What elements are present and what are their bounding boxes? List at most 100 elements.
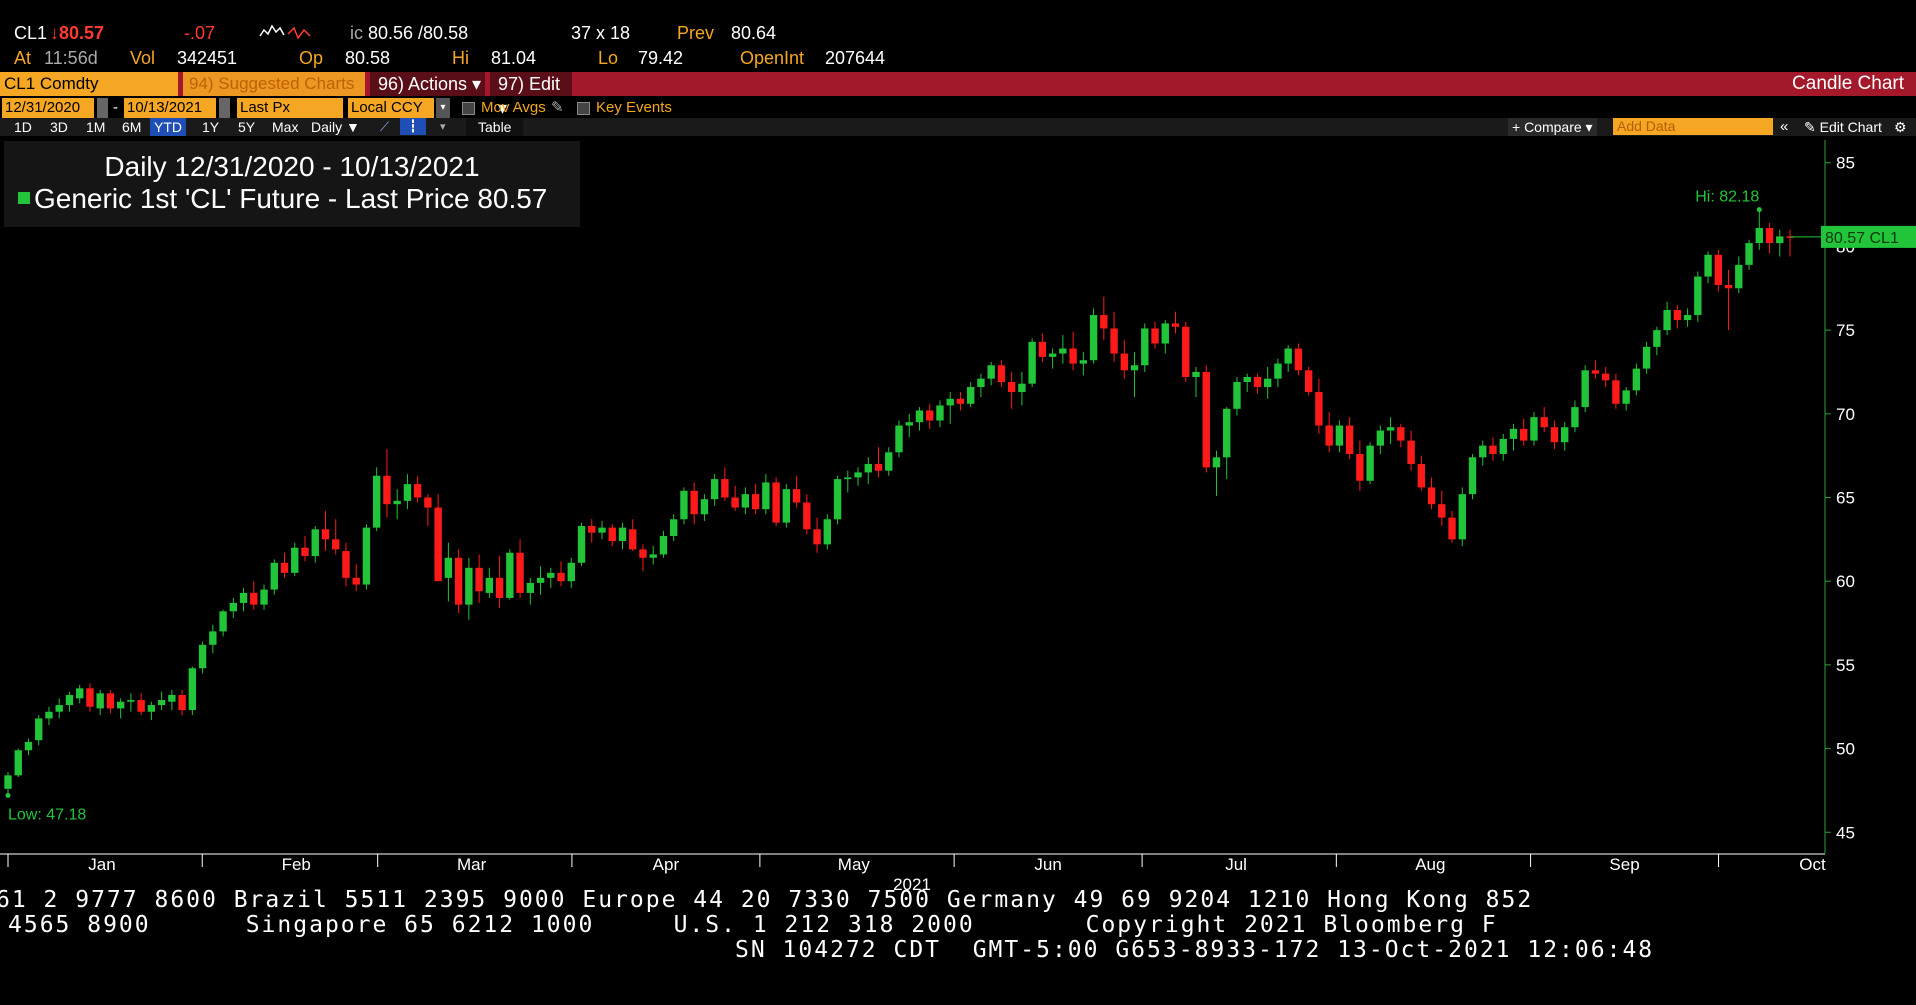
candle-body [1704, 254, 1712, 277]
y-tick-label: 55 [1836, 656, 1855, 675]
period-1y[interactable]: 1Y [198, 118, 223, 136]
candle-body [1151, 328, 1159, 344]
candle-body [1663, 310, 1671, 331]
currency-selector[interactable]: Local CCY [348, 98, 434, 118]
candle-body [352, 577, 360, 585]
bid-ask: 80.56 /80.58 [368, 23, 469, 43]
collapse-icon[interactable]: « [1780, 118, 1788, 136]
period-ytd[interactable]: YTD [150, 118, 186, 136]
x-tick-label: Apr [653, 855, 680, 874]
y-tick-label: 65 [1836, 489, 1855, 508]
period-1d[interactable]: 1D [10, 118, 36, 136]
period-6m[interactable]: 6M [118, 118, 145, 136]
candle-body [506, 552, 514, 598]
candle-body [659, 535, 668, 555]
candle-body [1642, 346, 1651, 369]
candle-body [413, 484, 422, 498]
candle-body [1264, 378, 1272, 388]
candle-body [618, 527, 627, 542]
candle-body [1427, 487, 1436, 505]
compare-button[interactable]: + Compare ▾ [1508, 118, 1597, 136]
candle-body [1581, 370, 1589, 408]
candle-body [1745, 243, 1753, 265]
candle-body [1038, 341, 1047, 357]
table-button[interactable]: Table [466, 118, 524, 136]
period-max[interactable]: Max [268, 118, 302, 136]
candle-body [956, 398, 965, 404]
candle-body [1632, 368, 1641, 391]
candle-body [168, 695, 176, 702]
chevron-down-icon[interactable]: ▾ [440, 118, 446, 136]
low-annotation: Low: 47.18 [8, 806, 86, 823]
low-value: 79.42 [638, 48, 684, 68]
candle-body [45, 711, 53, 719]
edit-menu[interactable]: 97) Edit ▾ [490, 72, 572, 118]
candle-body [393, 500, 401, 505]
security-field[interactable]: CL1 Comdty [0, 72, 178, 96]
candle-body [1397, 427, 1405, 441]
candle-body [926, 410, 934, 421]
candle-body [1479, 445, 1487, 458]
candle-body [1735, 264, 1743, 289]
candle-body [782, 489, 791, 523]
candle-body [649, 554, 657, 558]
candle-body [65, 695, 74, 706]
candle-body [485, 577, 494, 593]
candle-body [465, 567, 473, 605]
frequency-selector[interactable]: Daily ▼ [311, 118, 360, 136]
candle-body [1274, 363, 1282, 379]
calendar-icon[interactable] [219, 98, 230, 118]
candle-body [1069, 348, 1077, 364]
mov-avgs-toggle[interactable]: Mov Avgs [462, 98, 546, 118]
candle-body [1520, 428, 1528, 441]
candle-body [1089, 315, 1098, 361]
candle-body [291, 547, 299, 573]
period-5y[interactable]: 5Y [234, 118, 259, 136]
candle-body [198, 644, 207, 669]
checkbox-icon[interactable] [577, 101, 590, 115]
candle-body [260, 589, 268, 605]
price-change: -.07 [184, 23, 216, 43]
field-selector[interactable]: Last Px [237, 98, 343, 118]
open-interest-value: 207644 [825, 48, 886, 68]
candle-body [362, 527, 371, 585]
actions-menu[interactable]: 96) Actions ▾ [370, 72, 485, 96]
pencil-icon[interactable]: ✎ [551, 98, 564, 118]
candle-body [1714, 254, 1722, 285]
suggested-charts-button[interactable]: 94) Suggested Charts [183, 72, 365, 96]
gear-icon[interactable]: ⚙ [1894, 118, 1907, 136]
candle-body [383, 475, 391, 505]
checkbox-icon[interactable] [462, 101, 475, 115]
candle-body [1622, 390, 1630, 404]
key-events-toggle[interactable]: Key Events [577, 98, 672, 118]
high-marker [1756, 207, 1762, 213]
candle-body [1223, 408, 1231, 458]
candle-body [1253, 376, 1262, 388]
line-chart-icon[interactable]: ⟋ [380, 119, 396, 134]
calendar-icon[interactable] [97, 98, 108, 118]
candle-body [936, 405, 944, 421]
candle-body [864, 464, 872, 473]
candle-body [588, 525, 596, 533]
candle-body [332, 539, 340, 550]
chevron-down-icon[interactable]: ▾ [436, 98, 450, 118]
candle-body [434, 507, 442, 582]
candle-body [106, 693, 115, 709]
price-chart[interactable]: 455055606570758085JanFebMarAprMayJunJulA… [0, 136, 1916, 893]
date-separator: - [113, 99, 118, 116]
x-tick-label: Mar [457, 855, 487, 874]
period-3d[interactable]: 3D [46, 118, 72, 136]
period-1m[interactable]: 1M [82, 118, 109, 136]
add-data-input[interactable]: Add Data [1613, 118, 1773, 135]
candle-body [751, 494, 760, 510]
candle-body [1530, 417, 1538, 441]
candle-body [854, 472, 862, 478]
candle-body [1356, 453, 1364, 481]
end-date-field[interactable]: 10/13/2021 [124, 98, 216, 118]
candle-body [1192, 371, 1200, 377]
candle-chart-icon[interactable]: ┇ [400, 118, 426, 135]
candle-body [86, 688, 94, 707]
start-date-field[interactable]: 12/31/2020 [2, 98, 94, 118]
edit-chart-button[interactable]: ✎ Edit Chart [1804, 118, 1882, 136]
candle-body [475, 567, 483, 592]
